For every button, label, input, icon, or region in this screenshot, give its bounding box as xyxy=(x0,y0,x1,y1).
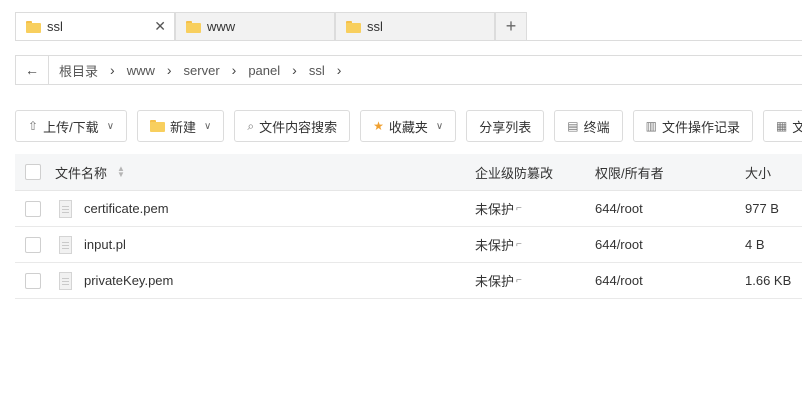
log-icon: ▥ xyxy=(645,119,657,133)
breadcrumb-item-panel[interactable]: panel › xyxy=(248,62,298,78)
toolbar: ⇧ 上传/下载 ∨ 新建 ∨ ⌕ 文件内容搜索 ★ 收藏夹 ∨ 分享列表 ▤ 终… xyxy=(15,110,802,142)
size-cell: 4 B xyxy=(745,237,765,252)
permission-cell[interactable]: 644/root xyxy=(595,273,643,288)
table-header: 文件名称 ▲ ▼ 企业级防篡改 权限/所有者 大小 xyxy=(15,154,802,191)
breadcrumb-item-server[interactable]: server › xyxy=(184,62,239,78)
file-icon xyxy=(59,235,72,254)
share-list-button[interactable]: 分享列表 xyxy=(466,110,545,142)
terminal-label: 终端 xyxy=(583,119,610,135)
terminal-button[interactable]: ▤ 终端 xyxy=(554,110,623,142)
upload-download-button[interactable]: ⇧ 上传/下载 ∨ xyxy=(15,110,128,142)
tab-label: www xyxy=(207,19,236,34)
protect-status[interactable]: 未保护 ⌐ xyxy=(475,199,522,218)
upload-label: 上传/下载 xyxy=(43,119,99,135)
file-name-cell[interactable]: privateKey.pem xyxy=(55,271,173,290)
new-folder-icon xyxy=(150,120,166,132)
column-header-permission: 权限/所有者 xyxy=(595,165,664,181)
header-label: 企业级防篡改 xyxy=(475,165,554,181)
header-label: 文件名称 xyxy=(55,165,108,181)
chevron-right-icon: › xyxy=(231,62,237,78)
breadcrumb-label: panel xyxy=(248,62,281,78)
file-name[interactable]: input.pl xyxy=(84,237,126,252)
column-header-size[interactable]: 大小 xyxy=(745,163,771,182)
protect-label: 未保护 xyxy=(475,274,515,289)
file-icon xyxy=(59,271,72,290)
file-name-cell[interactable]: input.pl xyxy=(55,235,126,254)
more-button[interactable]: ▦ 文 xyxy=(762,110,802,142)
new-label: 新建 xyxy=(170,119,197,135)
oplog-label: 文件操作记录 xyxy=(661,119,740,135)
column-header-name[interactable]: 文件名称 ▲ ▼ xyxy=(55,163,125,182)
unlock-icon: ⌐ xyxy=(516,275,522,286)
sort-icon: ▲ ▼ xyxy=(117,164,125,179)
table-row[interactable]: privateKey.pem 未保护 ⌐ 644/root 1.66 KB xyxy=(15,263,802,299)
favorites-button[interactable]: ★ 收藏夹 ∨ xyxy=(360,110,457,142)
breadcrumb-label: 根目录 xyxy=(59,63,99,79)
file-operation-log-button[interactable]: ▥ 文件操作记录 xyxy=(632,110,753,142)
file-table: 文件名称 ▲ ▼ 企业级防篡改 权限/所有者 大小 certificate.pem… xyxy=(15,154,802,299)
row-checkbox[interactable] xyxy=(25,200,41,217)
breadcrumb-item-ssl[interactable]: ssl › xyxy=(309,62,344,78)
chevron-down-icon: ∨ xyxy=(204,120,212,132)
breadcrumb-label: server xyxy=(183,62,220,78)
column-header-protect: 企业级防篡改 xyxy=(475,163,553,182)
add-tab-button[interactable]: + xyxy=(495,12,527,40)
close-icon[interactable]: ✕ xyxy=(154,18,166,35)
more-label: 文 xyxy=(792,119,802,135)
file-name[interactable]: certificate.pem xyxy=(84,201,169,216)
tab-label: ssl xyxy=(47,19,63,34)
file-content-search-button[interactable]: ⌕ 文件内容搜索 xyxy=(234,110,351,142)
table-row[interactable]: certificate.pem 未保护 ⌐ 644/root 977 B xyxy=(15,191,802,227)
favorites-label: 收藏夹 xyxy=(388,119,428,135)
search-icon: ⌕ xyxy=(247,118,255,133)
table-icon: ▦ xyxy=(775,119,788,133)
breadcrumb-item-www[interactable]: www › xyxy=(127,62,174,78)
protect-status[interactable]: 未保护 ⌐ xyxy=(475,271,522,290)
protect-label: 未保护 xyxy=(475,202,515,217)
new-button[interactable]: 新建 ∨ xyxy=(137,110,225,142)
tab-ssl[interactable]: ssl xyxy=(335,12,495,40)
tab-divider xyxy=(15,40,802,41)
back-arrow-icon[interactable]: ← xyxy=(16,56,49,84)
chevron-right-icon: › xyxy=(110,62,115,78)
folder-icon xyxy=(346,20,361,33)
permission-cell[interactable]: 644/root xyxy=(595,237,643,252)
tab-www[interactable]: www xyxy=(175,12,335,40)
terminal-icon: ▤ xyxy=(567,119,579,133)
table-row[interactable]: input.pl 未保护 ⌐ 644/root 4 B xyxy=(15,227,802,263)
row-checkbox[interactable] xyxy=(25,272,41,289)
unlock-icon: ⌐ xyxy=(516,203,522,214)
tab-bar: ssl ✕ www ssl + xyxy=(15,12,527,41)
breadcrumb: ← 根目录 › www › server › panel › ssl › xyxy=(15,55,802,85)
permission-cell[interactable]: 644/root xyxy=(595,201,643,216)
size-cell: 1.66 KB xyxy=(745,273,792,288)
chevron-down-icon: ∨ xyxy=(106,120,115,132)
chevron-down-icon: ∨ xyxy=(435,120,444,132)
chevron-right-icon: › xyxy=(336,62,342,78)
unlock-icon: ⌐ xyxy=(516,239,522,250)
folder-icon xyxy=(26,20,41,33)
protect-status[interactable]: 未保护 ⌐ xyxy=(475,235,522,254)
share-label: 分享列表 xyxy=(479,119,532,135)
tab-label: ssl xyxy=(367,19,383,34)
size-cell: 977 B xyxy=(745,201,779,216)
chevron-right-icon: › xyxy=(292,62,297,78)
file-icon xyxy=(59,199,72,218)
breadcrumb-label: www xyxy=(126,62,155,78)
breadcrumb-item-root[interactable]: 根目录 › xyxy=(59,61,117,80)
search-label: 文件内容搜索 xyxy=(259,119,338,135)
row-checkbox[interactable] xyxy=(25,236,41,253)
chevron-right-icon: › xyxy=(166,62,172,78)
file-name-cell[interactable]: certificate.pem xyxy=(55,199,169,218)
tab-ssl-active[interactable]: ssl ✕ xyxy=(15,12,175,41)
select-all-checkbox[interactable] xyxy=(25,164,41,180)
breadcrumb-label: ssl xyxy=(308,62,325,78)
protect-label: 未保护 xyxy=(475,238,515,253)
star-icon: ★ xyxy=(373,119,384,133)
file-name[interactable]: privateKey.pem xyxy=(84,273,173,288)
folder-icon xyxy=(186,20,201,33)
upload-icon: ⇧ xyxy=(28,119,39,133)
